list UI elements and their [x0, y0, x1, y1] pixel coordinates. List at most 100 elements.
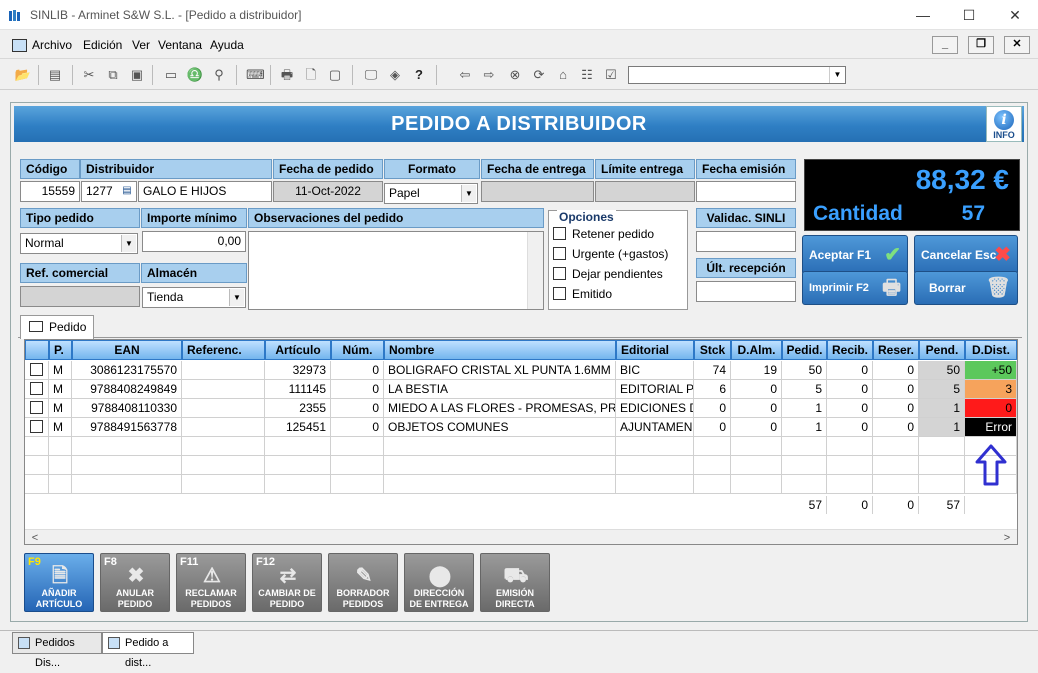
cell-pedid[interactable] — [782, 437, 827, 456]
fkey-button-reclamar-pedidos[interactable]: F11 ⚠ RECLAMAR PEDIDOS — [176, 553, 246, 612]
info-button[interactable]: i INFO — [986, 106, 1022, 142]
cell-editorial[interactable]: EDICIONES D — [616, 399, 694, 418]
cell-nombre[interactable] — [384, 475, 616, 494]
printer-icon[interactable]: 🖶 — [278, 66, 296, 84]
row-select-cell[interactable] — [25, 475, 49, 494]
fkey-button-anular-pedido[interactable]: F8 ✖ ANULAR PEDIDO — [100, 553, 170, 612]
cell-pedid[interactable] — [782, 456, 827, 475]
column-header-reser[interactable]: Reser. — [873, 340, 919, 360]
cell-pend[interactable]: 50 — [919, 361, 965, 380]
cell-pend[interactable]: 1 — [919, 418, 965, 437]
menu-ver[interactable]: Ver — [132, 38, 150, 52]
cell-num[interactable] — [331, 437, 384, 456]
row-checkbox[interactable] — [30, 363, 43, 376]
chevron-down-icon[interactable]: ▼ — [229, 289, 244, 306]
cell-p[interactable] — [49, 456, 72, 475]
cancelar-button[interactable]: Cancelar Esc ✖ — [914, 235, 1018, 275]
cell-articulo[interactable]: 125451 — [265, 418, 331, 437]
menu-archivo[interactable]: Archivo — [32, 38, 72, 52]
keyboard-icon[interactable]: ⌨ — [246, 66, 265, 84]
task-pedidos-dis[interactable]: Pedidos Dis... — [12, 632, 102, 669]
cell-ref[interactable] — [182, 361, 265, 380]
back-arrow-icon[interactable]: ⇦ — [456, 66, 474, 84]
fkey-button-emisión-directa[interactable]: ⛟ EMISIÓN DIRECTA — [480, 553, 550, 612]
imprimir-button[interactable]: Imprimir F2 🖶 — [802, 271, 908, 305]
paste-icon[interactable]: ▣ — [128, 66, 146, 84]
cell-recib[interactable]: 0 — [827, 361, 873, 380]
checkbox[interactable] — [553, 267, 566, 280]
select-column-header[interactable] — [25, 340, 49, 360]
cell-editorial[interactable]: BIC — [616, 361, 694, 380]
refresh-icon[interactable]: ⟳ — [530, 66, 548, 84]
tab-pedido[interactable]: Pedido — [20, 315, 94, 339]
checkbox[interactable] — [553, 247, 566, 260]
cell-reser[interactable] — [873, 475, 919, 494]
cell-editorial[interactable] — [616, 437, 694, 456]
cell-ddist[interactable]: 0 — [965, 399, 1017, 418]
row-checkbox[interactable] — [30, 382, 43, 395]
cell-dalm[interactable] — [731, 475, 782, 494]
cell-ddist[interactable]: 3 — [965, 380, 1017, 399]
almacen-select[interactable]: Tienda ▼ — [142, 287, 246, 308]
fkey-button-dirección-de-entrega[interactable]: ⬤ DIRECCIÓN DE ENTREGA — [404, 553, 474, 612]
column-header-stck[interactable]: Stck — [694, 340, 731, 360]
cell-stck[interactable]: 0 — [694, 399, 731, 418]
eraser-icon[interactable]: ◈ — [386, 66, 404, 84]
mdi-restore-button[interactable]: ❐ — [968, 36, 994, 54]
cell-ddist[interactable]: Error — [965, 418, 1017, 437]
cell-ref[interactable] — [182, 418, 265, 437]
cell-ref[interactable] — [182, 399, 265, 418]
row-select-cell[interactable] — [25, 361, 49, 380]
cell-stck[interactable] — [694, 456, 731, 475]
search-icon[interactable]: ⚲ — [210, 66, 228, 84]
cell-reser[interactable] — [873, 456, 919, 475]
favorites-icon[interactable]: ☷ — [578, 66, 596, 84]
cell-p[interactable]: M — [49, 399, 72, 418]
mdi-minimize-button[interactable]: _ — [932, 36, 958, 54]
column-header-pedid[interactable]: Pedid. — [782, 340, 827, 360]
column-header-num[interactable]: Núm. — [331, 340, 384, 360]
retener-pedido-checkbox[interactable]: Retener pedido — [553, 227, 654, 241]
cell-nombre[interactable]: LA BESTIA — [384, 380, 616, 399]
cell-num[interactable]: 0 — [331, 399, 384, 418]
go-icon[interactable]: ☑ — [602, 66, 620, 84]
cell-pedid[interactable]: 50 — [782, 361, 827, 380]
formato-select[interactable]: Papel ▼ — [384, 183, 478, 204]
cell-ean[interactable]: 9788491563778 — [72, 418, 182, 437]
cell-p[interactable]: M — [49, 361, 72, 380]
grid-horizontal-scrollbar[interactable]: < > — [25, 529, 1017, 544]
fkey-button-añadir-artículo[interactable]: F9 🗎 AÑADIR ARTÍCULO — [24, 553, 94, 612]
cell-ean[interactable]: 3086123175570 — [72, 361, 182, 380]
cell-ref[interactable] — [182, 437, 265, 456]
cell-num[interactable]: 0 — [331, 361, 384, 380]
ref-comercial-field[interactable] — [20, 286, 140, 307]
dejar-pendientes-checkbox[interactable]: Dejar pendientes — [553, 267, 663, 281]
chevron-down-icon[interactable]: ▼ — [461, 185, 476, 202]
chevron-down-icon[interactable]: ▼ — [829, 67, 845, 83]
row-select-cell[interactable] — [25, 437, 49, 456]
cell-dalm[interactable]: 19 — [731, 361, 782, 380]
cell-reser[interactable]: 0 — [873, 418, 919, 437]
importe-minimo-field[interactable]: 0,00 — [142, 231, 246, 252]
fecha-entrega-field[interactable] — [481, 181, 594, 202]
cell-recib[interactable] — [827, 475, 873, 494]
cell-ean[interactable] — [72, 456, 182, 475]
observaciones-textarea[interactable] — [248, 231, 544, 310]
distribuidor-code-field[interactable]: 1277 ▤ — [81, 181, 137, 202]
row-checkbox[interactable] — [30, 420, 43, 433]
mdi-close-button[interactable]: ✕ — [1004, 36, 1030, 54]
cell-reser[interactable]: 0 — [873, 380, 919, 399]
home-icon[interactable]: ⌂ — [554, 66, 572, 84]
cell-recib[interactable]: 0 — [827, 399, 873, 418]
column-header-ddist[interactable]: D.Dist. — [965, 340, 1017, 360]
cell-pend[interactable] — [919, 437, 965, 456]
column-header-articulo[interactable]: Artículo — [265, 340, 331, 360]
cell-articulo[interactable]: 2355 — [265, 399, 331, 418]
cell-pend[interactable] — [919, 475, 965, 494]
minimize-button[interactable]: — — [900, 0, 946, 30]
forward-arrow-icon[interactable]: ⇨ — [480, 66, 498, 84]
print-preview-icon[interactable]: 🗋 — [302, 66, 320, 84]
row-select-cell[interactable] — [25, 380, 49, 399]
fecha-pedido-field[interactable]: 11-Oct-2022 — [273, 181, 383, 202]
ult-recepcion-field[interactable] — [696, 281, 796, 302]
